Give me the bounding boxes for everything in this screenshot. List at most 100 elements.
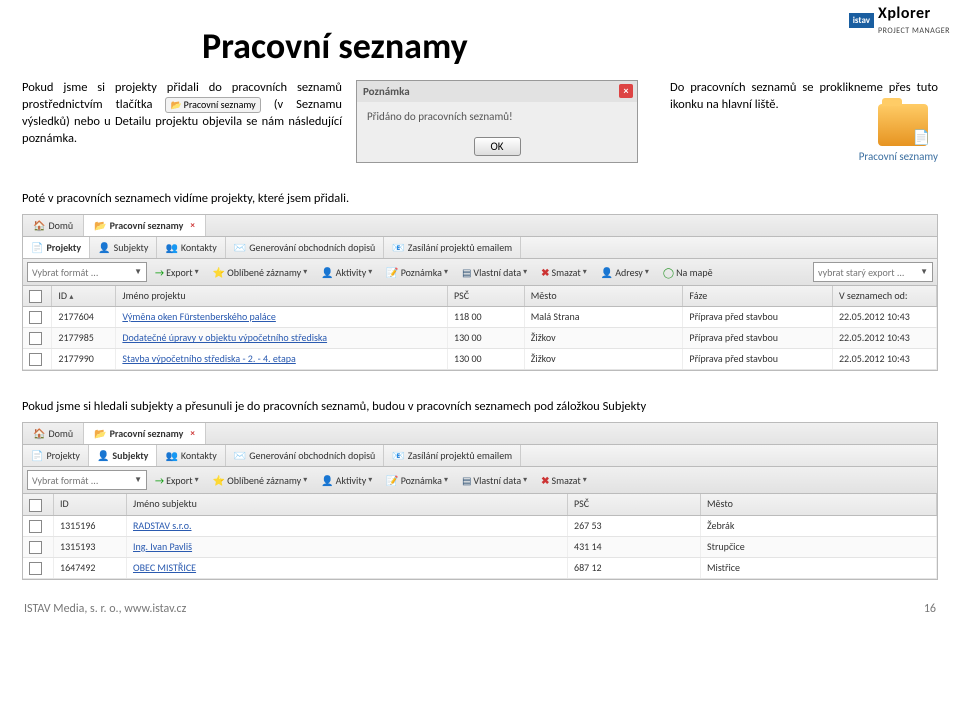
worklists-folder-icon[interactable] xyxy=(878,104,928,146)
select-all-checkbox[interactable] xyxy=(29,499,42,512)
home-icon xyxy=(33,219,45,232)
row-name-link[interactable]: RADSTAV s.r.o. xyxy=(133,519,192,532)
toolbar-export[interactable]: Export ▾ xyxy=(149,471,205,490)
brand-name: Xplorer xyxy=(878,4,931,23)
data-icon xyxy=(462,266,471,279)
toolbar-addresses[interactable]: Adresy ▾ xyxy=(595,263,655,282)
row-checkbox[interactable] xyxy=(29,311,42,324)
row-name-link[interactable]: Dodatečné úpravy v objektu výpočetního s… xyxy=(122,331,327,344)
row-mesto: Mistřice xyxy=(701,558,937,578)
subtab-subjekty[interactable]: Subjekty xyxy=(89,445,157,466)
table-row[interactable]: 2177985Dodatečné úpravy v objektu výpoče… xyxy=(23,328,937,349)
toolbar-owndata[interactable]: Vlastní data ▾ xyxy=(456,263,533,282)
toolbar-delete[interactable]: Smazat ▾ xyxy=(535,471,593,490)
col-psc[interactable]: PSČ xyxy=(568,494,701,514)
row-checkbox[interactable] xyxy=(29,562,42,575)
close-tab-icon[interactable]: × xyxy=(190,428,194,439)
tab-worklists[interactable]: Pracovní seznamy× xyxy=(84,423,206,444)
export-icon xyxy=(155,266,164,279)
col-date[interactable]: V seznamech od: xyxy=(833,286,937,306)
home-icon xyxy=(33,427,45,440)
toolbar-activities[interactable]: Aktivity ▾ xyxy=(315,471,378,490)
footer-left: ISTAV Media, s. r. o., www.istav.cz xyxy=(24,602,186,616)
chevron-down-icon: ▼ xyxy=(134,475,142,485)
close-icon[interactable]: × xyxy=(619,84,633,98)
activity-icon xyxy=(321,266,333,279)
row-name-link[interactable]: Ing. Ivan Pavliš xyxy=(133,540,192,553)
col-name[interactable]: Jméno subjektu xyxy=(127,494,568,514)
toolbar-favorites[interactable]: Oblíbené záznamy ▾ xyxy=(207,471,314,490)
row-checkbox[interactable] xyxy=(29,520,42,533)
screenshot-projects: Domů Pracovní seznamy× Projekty Subjekty… xyxy=(22,214,938,371)
export-icon xyxy=(155,474,164,487)
row-id: 2177604 xyxy=(52,307,116,327)
toolbar-note[interactable]: Poznámka ▾ xyxy=(380,263,454,282)
table-row[interactable]: 2177990Stavba výpočetního střediska - 2.… xyxy=(23,349,937,370)
subtab-generovani[interactable]: Generování obchodních dopisů xyxy=(226,445,385,466)
toolbar-export[interactable]: Export ▾ xyxy=(149,263,205,282)
row-psc: 118 00 xyxy=(448,307,525,327)
subtab-zasilani[interactable]: Zasílání projektů emailem xyxy=(384,445,521,466)
table-row[interactable]: 1315196RADSTAV s.r.o.267 53Žebrák xyxy=(23,516,937,537)
format-select[interactable]: Vybrat formát ...▼ xyxy=(27,262,147,282)
table-row[interactable]: 2177604 Výměna oken Fürstenberského palác… xyxy=(23,307,937,328)
inline-worklists-button[interactable]: Pracovní seznamy xyxy=(165,97,260,113)
subjects-icon xyxy=(98,241,110,254)
toolbar-activities[interactable]: Aktivity ▾ xyxy=(315,263,378,282)
subtab-projekty[interactable]: Projekty xyxy=(23,237,90,258)
table-row[interactable]: 1315193 Ing. Ivan Pavliš 431 14Strupčice xyxy=(23,537,937,558)
row-checkbox[interactable] xyxy=(29,332,42,345)
screenshot-subjects: Domů Pracovní seznamy× Projekty Subjekty… xyxy=(22,422,938,579)
format-select[interactable]: Vybrat formát ...▼ xyxy=(27,470,147,490)
folder-icon xyxy=(94,427,106,440)
subtab-zasilani[interactable]: Zasílání projektů emailem xyxy=(384,237,521,258)
row-checkbox[interactable] xyxy=(29,353,42,366)
col-faze[interactable]: Fáze xyxy=(683,286,833,306)
toolbar-note[interactable]: Poznámka ▾ xyxy=(380,471,454,490)
activity-icon xyxy=(321,474,333,487)
note-icon xyxy=(386,474,398,487)
close-tab-icon[interactable]: × xyxy=(190,220,194,231)
intro-left-text: Pokud jsme si projekty přidali do pracov… xyxy=(22,80,342,163)
row-id: 1315196 xyxy=(54,516,127,536)
col-psc[interactable]: PSČ xyxy=(448,286,525,306)
tab-worklists[interactable]: Pracovní seznamy× xyxy=(84,215,206,236)
old-export-select[interactable]: vybrat starý export ...▼ xyxy=(813,262,933,282)
projects-icon xyxy=(31,241,43,254)
row-mesto: Malá Strana xyxy=(525,307,684,327)
col-id[interactable]: ID ▴ xyxy=(52,286,116,306)
tab-home[interactable]: Domů xyxy=(23,215,84,236)
subtab-generovani[interactable]: Generování obchodních dopisů xyxy=(226,237,385,258)
row-date: 22.05.2012 10:43 xyxy=(833,328,937,348)
ok-button[interactable]: OK xyxy=(474,137,521,156)
subjects-icon xyxy=(97,449,109,462)
toolbar-owndata[interactable]: Vlastní data ▾ xyxy=(456,471,533,490)
col-mesto[interactable]: Město xyxy=(525,286,684,306)
col-id[interactable]: ID xyxy=(54,494,127,514)
row-name-link[interactable]: OBEC MISTŘICE xyxy=(133,561,196,574)
tab-home[interactable]: Domů xyxy=(23,423,84,444)
subtab-kontakty[interactable]: Kontakty xyxy=(157,237,225,258)
row-psc: 431 14 xyxy=(568,537,701,557)
mail-icon xyxy=(392,449,404,462)
row-name-link[interactable]: Stavba výpočetního střediska - 2. - 4. e… xyxy=(122,352,295,365)
subtab-subjekty[interactable]: Subjekty xyxy=(90,237,157,258)
toolbar-map[interactable]: Na mapě xyxy=(657,263,719,282)
row-name-link[interactable]: Výměna oken Fürstenberského paláce xyxy=(122,310,276,323)
dialog-title: Poznámka xyxy=(363,85,410,98)
subtab-kontakty[interactable]: Kontakty xyxy=(157,445,225,466)
col-name[interactable]: Jméno projektu xyxy=(116,286,448,306)
subtab-projekty[interactable]: Projekty xyxy=(23,445,89,466)
row-mesto: Strupčice xyxy=(701,537,937,557)
table-row[interactable]: 1647492OBEC MISTŘICE687 12Mistřice xyxy=(23,558,937,579)
toolbar-favorites[interactable]: Oblíbené záznamy ▾ xyxy=(207,263,314,282)
brand-logo: istav Xplorer PROJECT MANAGER xyxy=(849,4,950,36)
contacts-icon xyxy=(165,241,177,254)
select-all-checkbox[interactable] xyxy=(29,290,42,303)
row-psc: 687 12 xyxy=(568,558,701,578)
row-checkbox[interactable] xyxy=(29,541,42,554)
toolbar-delete[interactable]: Smazat ▾ xyxy=(535,263,593,282)
row-mesto: Žižkov xyxy=(525,349,684,369)
col-mesto[interactable]: Město xyxy=(701,494,937,514)
row-id: 1315193 xyxy=(54,537,127,557)
